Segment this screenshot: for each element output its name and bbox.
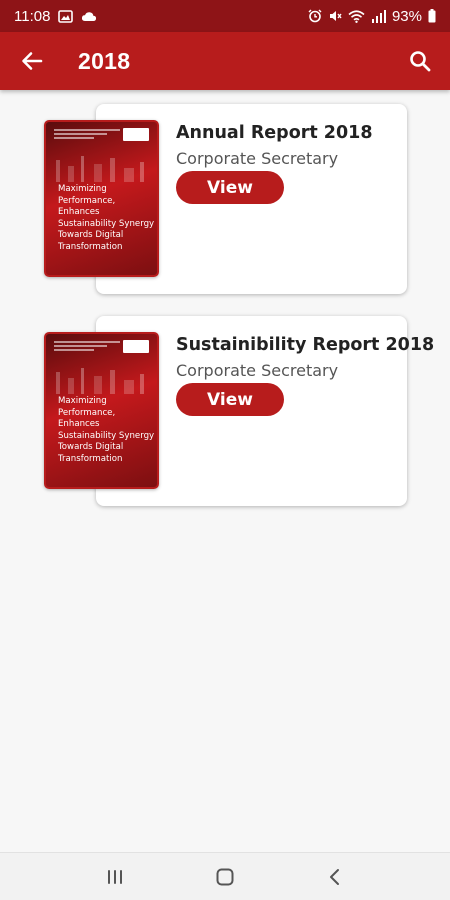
view-button[interactable]: View (176, 171, 284, 204)
cover-header-lines (54, 129, 120, 139)
mute-icon (328, 9, 342, 23)
recent-apps-icon (108, 869, 122, 884)
cloud-icon (81, 11, 97, 22)
cover-footer-lines (58, 265, 138, 268)
search-button[interactable] (398, 39, 442, 83)
status-right: 93% (308, 8, 436, 25)
search-icon (410, 51, 431, 72)
image-icon (58, 9, 74, 23)
cover-title: Maximizing Performance, Enhances Sustain… (58, 396, 155, 464)
wifi-icon (348, 9, 365, 23)
status-time: 11:08 (14, 7, 51, 25)
cover-skyline-graphic (56, 156, 144, 182)
system-nav-bar (0, 852, 450, 900)
report-cover-image[interactable]: Maximizing Performance, Enhances Sustain… (44, 332, 159, 489)
cover-header-lines (54, 341, 120, 351)
recent-apps-button[interactable] (93, 857, 137, 897)
cover-title: Maximizing Performance, Enhances Sustain… (58, 184, 155, 252)
status-left: 11:08 (14, 8, 97, 25)
report-item: Maximizing Performance, Enhances Sustain… (0, 90, 450, 294)
report-cover-image[interactable]: Maximizing Performance, Enhances Sustain… (44, 120, 159, 277)
back-chevron-icon (330, 868, 339, 885)
report-title: Annual Report 2018 (176, 123, 373, 143)
app-bar: 2018 (0, 32, 450, 90)
report-title: Sustainibility Report 2018 (176, 335, 435, 355)
arrow-left-icon (22, 52, 43, 70)
report-item: Maximizing Performance, Enhances Sustain… (0, 302, 450, 506)
cover-footer-lines (58, 477, 138, 480)
cover-logo (123, 340, 149, 353)
page-title: 2018 (78, 47, 131, 74)
cover-logo (123, 128, 149, 141)
home-icon (216, 868, 234, 885)
battery-icon (428, 9, 436, 23)
signal-icon (371, 9, 386, 23)
system-back-button[interactable] (313, 857, 357, 897)
back-button[interactable] (10, 39, 54, 83)
alarm-icon (308, 9, 322, 23)
home-button[interactable] (203, 857, 247, 897)
report-subtitle: Corporate Secretary (176, 361, 339, 380)
report-subtitle: Corporate Secretary (176, 149, 339, 168)
cover-skyline-graphic (56, 368, 144, 394)
view-button[interactable]: View (176, 383, 284, 416)
status-bar: 11:08 93% (0, 0, 450, 32)
battery-percent: 93% (391, 7, 422, 25)
